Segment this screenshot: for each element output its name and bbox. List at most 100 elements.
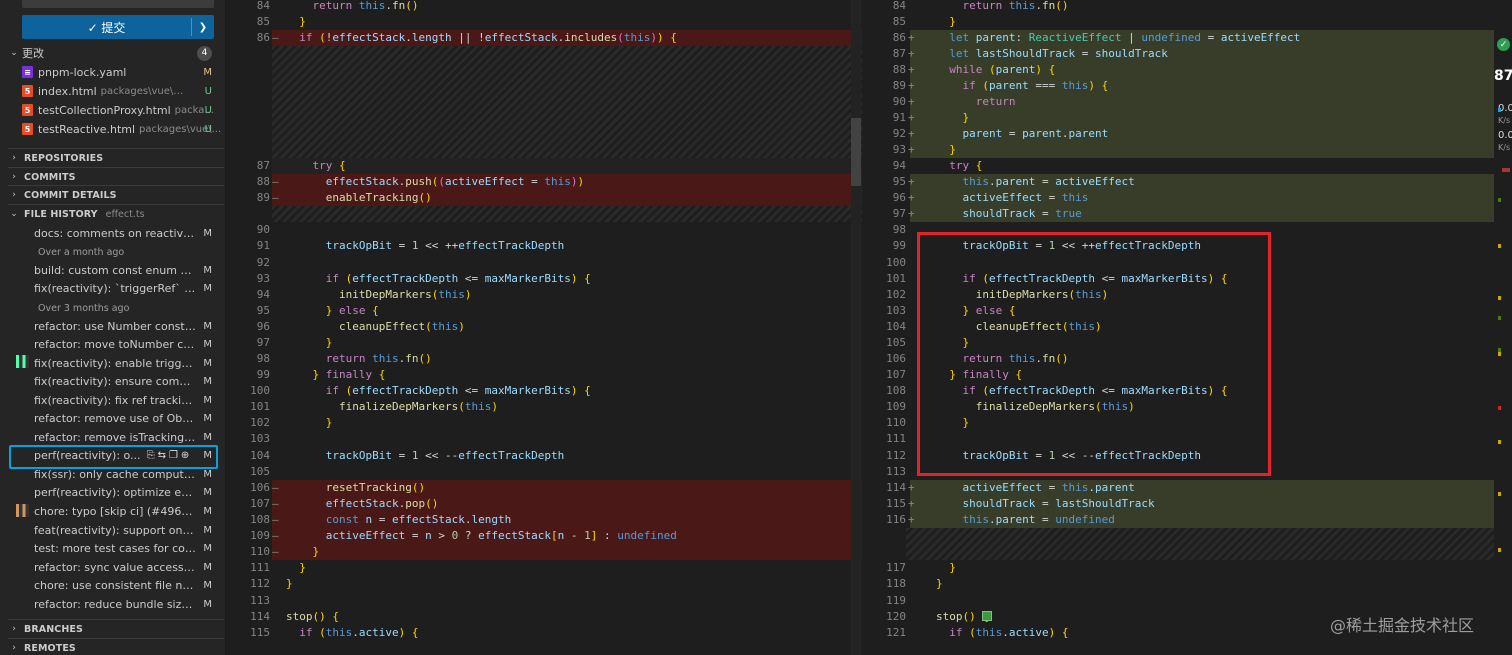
- history-commit-item[interactable]: refactor: use Number construct... M: [0, 317, 225, 335]
- code-line[interactable]: 86— if (!effectStack.length || !effectSt…: [232, 30, 862, 46]
- code-line[interactable]: 93 if (effectTrackDepth <= maxMarkerBits…: [232, 271, 862, 287]
- code-line[interactable]: 102 }: [232, 415, 862, 431]
- history-commit-item[interactable]: fix(reactivity): `triggerRef` worki... M: [0, 279, 225, 297]
- history-commit-item[interactable]: build: custom const enum proc... M: [0, 261, 225, 279]
- changed-file-item[interactable]: ≡ pnpm-lock.yaml M: [0, 63, 225, 81]
- history-commit-item[interactable]: fix(reactivity): fix ref tracking of ...…: [0, 391, 225, 409]
- code-line[interactable]: 91 trackOpBit = 1 << ++effectTrackDepth: [232, 238, 862, 254]
- code-line[interactable]: 94 initDepMarkers(this): [232, 287, 862, 303]
- code-line[interactable]: 101 finalizeDepMarkers(this): [232, 399, 862, 415]
- code-line[interactable]: 109— activeEffect = n > 0 ? effectStack[…: [232, 528, 862, 544]
- code-line[interactable]: 94 try {: [866, 158, 1494, 174]
- diff-spacer: [272, 46, 862, 158]
- history-commit-item[interactable]: fix(reactivity): ensure computed... M: [0, 373, 225, 391]
- history-commit-item[interactable]: refactor: move toNumber call o... M: [0, 336, 225, 354]
- section-repositories[interactable]: › REPOSITORIES: [0, 149, 225, 167]
- section-file-history[interactable]: ⌄ FILE HISTORY effect.ts: [0, 205, 225, 223]
- chevron-down-icon[interactable]: ❯: [192, 15, 214, 39]
- code-line[interactable]: 114 stop() {: [232, 609, 862, 625]
- commit-status: M: [203, 543, 212, 555]
- history-commit-item[interactable]: perf(reactivity): optimize effect r... M: [0, 484, 225, 502]
- left-editor-scroll-thumb[interactable]: [851, 118, 861, 186]
- changes-header[interactable]: ⌄ 更改 4: [0, 44, 225, 62]
- commit-button[interactable]: ✓ 提交 ❯: [22, 15, 214, 39]
- code-line[interactable]: 103: [232, 431, 862, 447]
- code-line[interactable]: 118}: [866, 576, 1494, 592]
- history-commit-item[interactable]: refactor: remove use of Object.... M: [0, 410, 225, 428]
- code-line[interactable]: 85 }: [232, 14, 862, 30]
- history-commit-item[interactable]: docs: comments on reactivity fu... M: [0, 224, 225, 242]
- line-number: 109: [886, 400, 906, 413]
- code-line[interactable]: 110— }: [232, 544, 862, 560]
- code-line[interactable]: 84 return this.fn(): [866, 0, 1494, 14]
- code-line[interactable]: 91 + }: [866, 110, 1494, 126]
- code-line[interactable]: 89 + if (parent === this) {: [866, 78, 1494, 94]
- history-commit-item[interactable]: chore: typo [skip ci] (#4961) ... J... M: [0, 503, 225, 521]
- code-line[interactable]: 115 if (this.active) {: [232, 625, 862, 641]
- code-line[interactable]: 108— const n = effectStack.length: [232, 512, 862, 528]
- code-text: if (!effectStack.length || !effectStack.…: [299, 31, 677, 44]
- section-remotes[interactable]: › REMOTES: [0, 639, 225, 655]
- code-line[interactable]: 99 } finally {: [232, 367, 862, 383]
- diff-editor-original[interactable]: 84 return this.fn() 85 } 86— if (!effectSt…: [232, 0, 862, 655]
- vscode-window: ✓ 提交 ❯ ⌄ 更改 4 ≡ pnpm-lock.yaml M 5 index.htm…: [0, 0, 1512, 655]
- code-line[interactable]: 86 + let parent: ReactiveEffect | undefin…: [866, 30, 1494, 46]
- code-text: } else {: [325, 304, 379, 317]
- code-line[interactable]: 119: [866, 593, 1494, 609]
- code-line[interactable]: 116 + this.parent = undefined: [866, 512, 1494, 528]
- code-line[interactable]: 95 } else {: [232, 303, 862, 319]
- commit-message-input[interactable]: [22, 0, 214, 8]
- history-commit-item[interactable]: refactor: reduce bundle size Eva... M: [0, 595, 225, 613]
- code-line[interactable]: 104 trackOpBit = 1 << --effectTrackDepth: [232, 448, 862, 464]
- code-line[interactable]: 111 }: [232, 560, 862, 576]
- section-branches[interactable]: › BRANCHES: [0, 620, 225, 638]
- code-line[interactable]: 89— enableTracking(): [232, 190, 862, 206]
- history-commit-item[interactable]: refactor: remove isTracking() m... M: [0, 428, 225, 446]
- code-line[interactable]: 98 return this.fn(): [232, 351, 862, 367]
- left-editor-scrollbar[interactable]: [851, 0, 861, 655]
- section-commits[interactable]: › COMMITS: [0, 168, 225, 186]
- commit-message: refactor: move toNumber call o...: [34, 338, 196, 352]
- changed-file-item[interactable]: 5 testCollectionProxy.html packa... U: [0, 101, 225, 119]
- code-line[interactable]: 97 + shouldTrack = true: [866, 206, 1494, 222]
- code-line[interactable]: 93 + }: [866, 142, 1494, 158]
- overview-ruler[interactable]: ✓ 87 0.0 K/s 0.0 K/s: [1494, 0, 1512, 655]
- code-line[interactable]: 92 + parent = parent.parent: [866, 126, 1494, 142]
- code-line[interactable]: 95 + this.parent = activeEffect: [866, 174, 1494, 190]
- changed-file-item[interactable]: 5 testReactive.html packages\vue\... U: [0, 120, 225, 138]
- code-line[interactable]: 96 cleanupEffect(this): [232, 319, 862, 335]
- section-commit-details[interactable]: › COMMIT DETAILS: [0, 186, 225, 204]
- avatar: [16, 355, 29, 368]
- commit-button-label[interactable]: ✓ 提交: [22, 15, 191, 39]
- code-line[interactable]: 97 }: [232, 335, 862, 351]
- history-group-label: Over 3 months ago: [38, 302, 130, 314]
- history-commit-item[interactable]: fix(reactivity): enable trigger wh... M: [0, 354, 225, 372]
- code-text: try {: [312, 159, 346, 172]
- history-commit-item[interactable]: chore: use consistent file namin... M: [0, 577, 225, 595]
- code-line[interactable]: 106— resetTracking(): [232, 480, 862, 496]
- code-line[interactable]: 90: [232, 222, 862, 238]
- code-line[interactable]: 85 }: [866, 14, 1494, 30]
- code-line[interactable]: 87 + let lastShouldTrack = shouldTrack: [866, 46, 1494, 62]
- code-line[interactable]: 107— effectStack.pop(): [232, 496, 862, 512]
- code-line[interactable]: 100 if (effectTrackDepth <= maxMarkerBit…: [232, 383, 862, 399]
- code-line[interactable]: 114 + activeEffect = this.parent: [866, 480, 1494, 496]
- line-number: 96: [256, 320, 270, 333]
- code-line[interactable]: 105: [232, 464, 862, 480]
- changed-file-item[interactable]: 5 index.htmlpackages\vue\exampl... U: [0, 82, 225, 100]
- history-commit-item[interactable]: feat(reactivity): support onTrack... M: [0, 521, 225, 539]
- code-line[interactable]: 88 + while (parent) {: [866, 62, 1494, 78]
- code-line[interactable]: 117 }: [866, 560, 1494, 576]
- code-line[interactable]: 92: [232, 255, 862, 271]
- history-commit-item[interactable]: refactor: sync value access for c... M: [0, 558, 225, 576]
- code-line[interactable]: 90 + return: [866, 94, 1494, 110]
- code-line[interactable]: 84 return this.fn(): [232, 0, 862, 14]
- code-line[interactable]: 87 try {: [232, 158, 862, 174]
- code-line[interactable]: 115 + shouldTrack = lastShouldTrack: [866, 496, 1494, 512]
- history-commit-item[interactable]: test: more test cases for compu... M: [0, 540, 225, 558]
- code-line[interactable]: 112}: [232, 576, 862, 592]
- line-number: 92: [256, 256, 270, 269]
- code-line[interactable]: 88— effectStack.push((activeEffect = thi…: [232, 174, 862, 190]
- code-line[interactable]: 96 + activeEffect = this: [866, 190, 1494, 206]
- code-line[interactable]: 113: [232, 593, 862, 609]
